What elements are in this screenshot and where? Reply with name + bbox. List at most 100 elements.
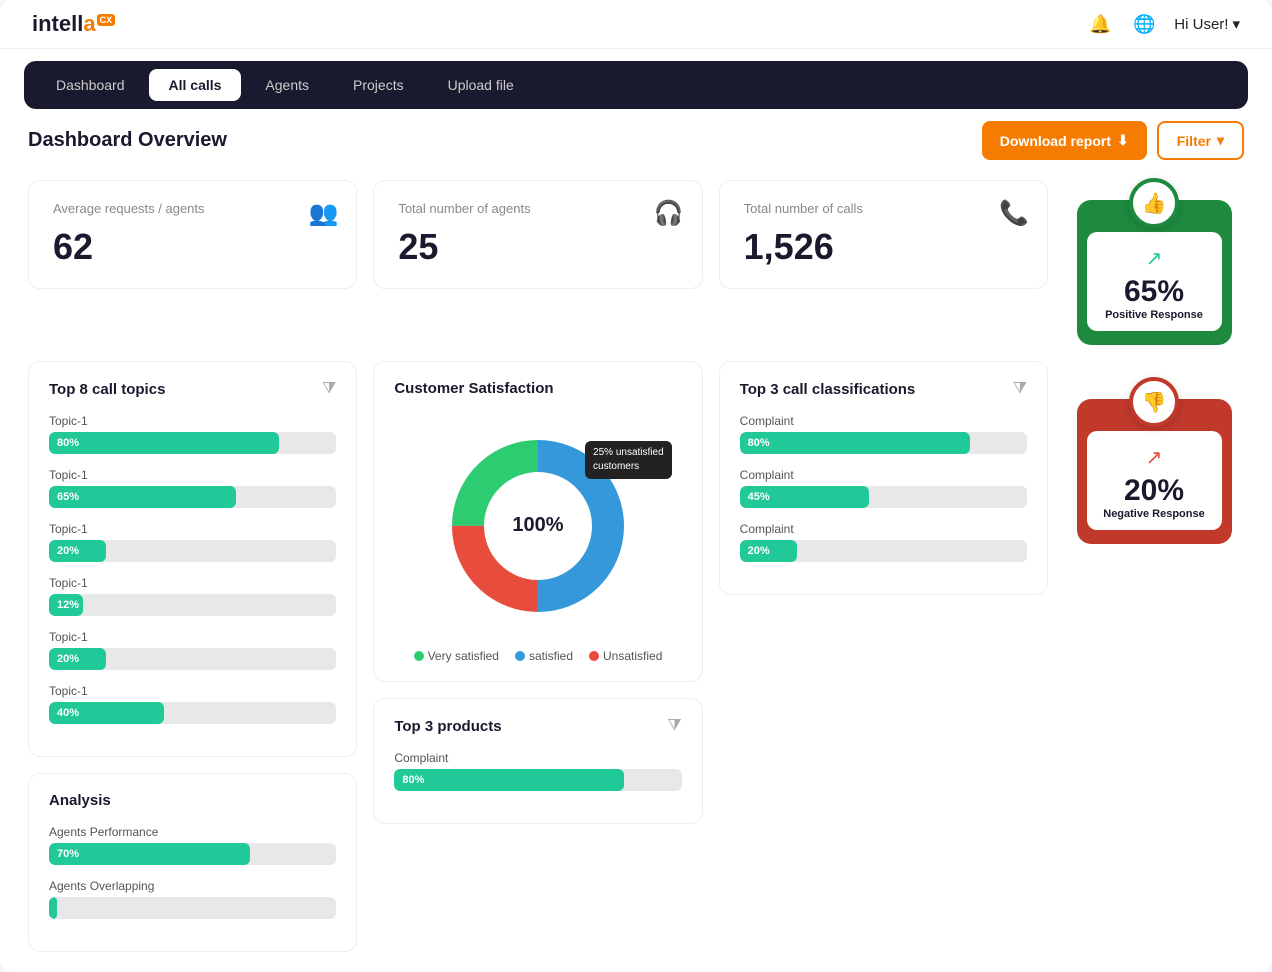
classification-label-1: Complaint [740, 414, 1027, 428]
analysis-bar-fill-2 [49, 897, 57, 919]
negative-trend-icon: ↗ [1099, 445, 1210, 470]
topic-bar-fill-1: 80% [49, 432, 279, 454]
stat-value-calls: 1,526 [744, 226, 1023, 268]
nav-dashboard[interactable]: Dashboard [36, 69, 145, 101]
main-content: Dashboard Overview Download report ⬇ Fil… [0, 121, 1272, 972]
chevron-down-icon: ▾ [1232, 15, 1240, 33]
positive-percent: 65% [1099, 275, 1210, 309]
topic-item-1: Topic-1 80% [49, 414, 336, 454]
donut-tooltip: 25% unsatisfiedcustomers [585, 441, 672, 479]
top-products-filter-icon[interactable]: ⧩ [667, 717, 681, 735]
header-actions: Download report ⬇ Filter ▾ [982, 121, 1244, 160]
topic-item-6: Topic-1 40% [49, 684, 336, 724]
topic-label-2: Topic-1 [49, 468, 336, 482]
topic-bar-fill-2: 65% [49, 486, 236, 508]
unsatisfied-dot [589, 651, 599, 661]
nav-upload-file[interactable]: Upload file [428, 69, 534, 101]
navigation-bar: Dashboard All calls Agents Projects Uplo… [24, 61, 1248, 109]
globe-icon[interactable]: 🌐 [1130, 10, 1158, 38]
legend-satisfied: satisfied [515, 649, 573, 663]
top-products-title: Top 3 products [394, 718, 501, 735]
filter-button[interactable]: Filter ▾ [1157, 121, 1244, 160]
topic-label-6: Topic-1 [49, 684, 336, 698]
positive-trend-icon: ↗ [1099, 246, 1210, 271]
stat-card-total-agents: Total number of agents 25 🎧 [373, 180, 702, 289]
classification-item-1: Complaint 80% [740, 414, 1027, 454]
stat-value-agents: 25 [398, 226, 677, 268]
page-header: Dashboard Overview Download report ⬇ Fil… [28, 121, 1244, 160]
analysis-item-2: Agents Overlapping [49, 879, 336, 919]
donut-center-value: 100% [512, 514, 563, 536]
topic-item-3: Topic-1 20% [49, 522, 336, 562]
nav-projects[interactable]: Projects [333, 69, 424, 101]
analysis-header: Analysis [49, 792, 336, 809]
call-topics-list: Topic-1 80% Topic-1 65% Topic-1 20% To [49, 414, 336, 724]
call-classifications-widget: Top 3 call classifications ⧩ Complaint 8… [719, 361, 1048, 595]
negative-percent: 20% [1099, 474, 1210, 508]
satisfaction-header: Customer Satisfaction [394, 380, 681, 397]
product-item-1: Complaint 80% [394, 751, 681, 791]
negative-response-wrapper: 👎 ↗ 20% Negative Response [1077, 399, 1232, 544]
topic-label-5: Topic-1 [49, 630, 336, 644]
thumbs-up-icon: 👍 [1142, 191, 1167, 216]
classifications-title: Top 3 call classifications [740, 381, 916, 398]
filter-icon[interactable]: ⧩ [322, 380, 336, 398]
satisfaction-title: Customer Satisfaction [394, 380, 553, 397]
classification-bar-fill-3: 20% [740, 540, 797, 562]
user-menu[interactable]: Hi User! ▾ [1174, 15, 1240, 33]
response-cards: 👍 ↗ 65% Positive Response [1064, 180, 1244, 345]
classification-bar-fill-1: 80% [740, 432, 970, 454]
topic-bar-bg-3: 20% [49, 540, 336, 562]
classifications-filter-icon[interactable]: ⧩ [1013, 380, 1027, 398]
topic-item-2: Topic-1 65% [49, 468, 336, 508]
analysis-bar-fill-1: 70% [49, 843, 250, 865]
call-topics-title: Top 8 call topics [49, 381, 165, 398]
top-products-header: Top 3 products ⧩ [394, 717, 681, 735]
topic-bar-fill-3: 20% [49, 540, 106, 562]
classification-item-2: Complaint 45% [740, 468, 1027, 508]
topic-bar-bg-4: 12% [49, 594, 336, 616]
negative-label: Negative Response [1099, 508, 1210, 520]
topic-label-3: Topic-1 [49, 522, 336, 536]
stat-card-total-calls: Total number of calls 1,526 📞 [719, 180, 1048, 289]
donut-legend: Very satisfied satisfied Unsatisfied [414, 649, 663, 663]
classification-label-2: Complaint [740, 468, 1027, 482]
classifications-header: Top 3 call classifications ⧩ [740, 380, 1027, 398]
call-topics-header: Top 8 call topics ⧩ [49, 380, 336, 398]
stat-label-agents: Total number of agents [398, 201, 677, 216]
nav-agents[interactable]: Agents [245, 69, 329, 101]
notification-icon[interactable]: 🔔 [1086, 10, 1114, 38]
top-products-widget: Top 3 products ⧩ Complaint 80% [373, 698, 702, 824]
topic-bar-bg-6: 40% [49, 702, 336, 724]
product-label-1: Complaint [394, 751, 681, 765]
negative-response-inner: ↗ 20% Negative Response [1087, 431, 1222, 530]
customer-satisfaction-widget: Customer Satisfaction [373, 361, 702, 682]
analysis-bar-bg-1: 70% [49, 843, 336, 865]
topic-bar-bg-2: 65% [49, 486, 336, 508]
topic-label-4: Topic-1 [49, 576, 336, 590]
donut-chart-container: 100% 25% unsatisfiedcustomers Very satis… [394, 413, 681, 663]
topic-bar-bg-1: 80% [49, 432, 336, 454]
negative-response-column: 👎 ↗ 20% Negative Response [1064, 361, 1244, 544]
topic-bar-bg-5: 20% [49, 648, 336, 670]
positive-label: Positive Response [1099, 309, 1210, 321]
legend-unsatisfied: Unsatisfied [589, 649, 662, 663]
classification-bar-bg-3: 20% [740, 540, 1027, 562]
analysis-title: Analysis [49, 792, 111, 809]
classification-bar-fill-2: 45% [740, 486, 869, 508]
agents-icon: 👥 [308, 199, 338, 228]
phone-icon: 📞 [999, 199, 1029, 228]
nav-all-calls[interactable]: All calls [149, 69, 242, 101]
stat-label-avg: Average requests / agents [53, 201, 332, 216]
classification-bar-bg-1: 80% [740, 432, 1027, 454]
product-bar-bg-1: 80% [394, 769, 681, 791]
stat-label-calls: Total number of calls [744, 201, 1023, 216]
thumbs-down-circle: 👎 [1129, 377, 1179, 427]
positive-response-inner: ↗ 65% Positive Response [1087, 232, 1222, 331]
analysis-item-1: Agents Performance 70% [49, 825, 336, 865]
download-report-button[interactable]: Download report ⬇ [982, 121, 1147, 160]
user-greeting: Hi User! [1174, 16, 1228, 33]
download-icon: ⬇ [1117, 132, 1129, 149]
chevron-down-icon: ▾ [1217, 132, 1224, 149]
analysis-widget: Analysis Agents Performance 70% Agents O… [28, 773, 357, 952]
